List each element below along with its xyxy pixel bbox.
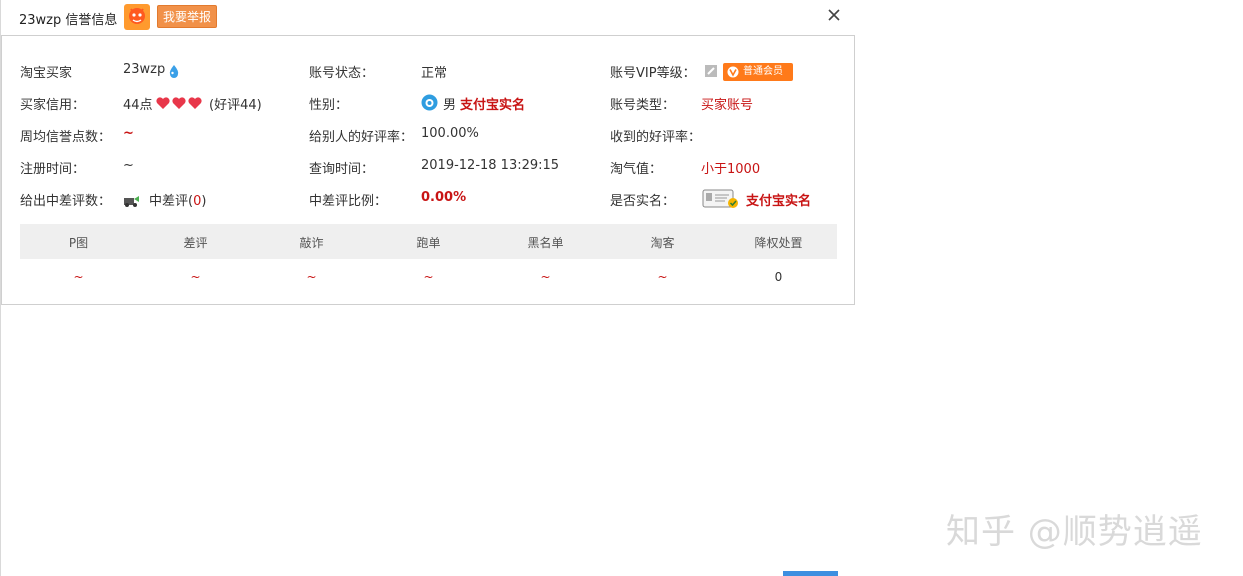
gender-verify: 支付宝实名 [460, 98, 526, 113]
td-p-image: ~ [73, 270, 84, 284]
account-status-label: 账号状态： [309, 66, 375, 81]
buyer-name: 23wzp [123, 62, 166, 77]
th-bad-review: 差评 [183, 236, 208, 250]
register-value: ~ [123, 158, 134, 173]
given-rate-value: 100.00% [421, 126, 479, 141]
id-card-icon [702, 189, 738, 208]
th-blacklist: 黑名单 [527, 236, 564, 250]
th-demotion: 降权处置 [754, 236, 803, 250]
query-time-value: 2019-12-18 13:29:15 [421, 158, 560, 173]
partial-blue-button[interactable] [783, 571, 838, 576]
negative-label: 给出中差评数： [20, 194, 112, 209]
neg-ratio-label: 中差评比例： [309, 194, 388, 209]
taoqi-label: 淘气值： [610, 162, 663, 177]
negative-prefix: 中差评( [149, 194, 194, 209]
vip-label: 账号VIP等级： [610, 66, 696, 81]
dialog-titlebar: 23wzp 信誉信息 我要举报 [0, 0, 856, 34]
given-rate-label: 给别人的好评率： [309, 130, 414, 145]
heart-credit-icons [156, 97, 202, 109]
weekly-value: ~ [123, 126, 134, 141]
td-extortion: ~ [306, 270, 317, 284]
td-blacklist: ~ [540, 270, 551, 284]
negative-count-text: 中差评(0) [149, 190, 206, 209]
gender-label: 性别： [309, 98, 349, 113]
negative-suffix: ) [201, 194, 207, 209]
vip-v-icon [727, 66, 739, 78]
th-extortion: 敲诈 [299, 236, 324, 250]
report-button[interactable]: 我要举报 [157, 5, 217, 28]
weekly-label: 周均信誉点数： [20, 130, 112, 145]
td-demotion: 0 [774, 270, 783, 284]
td-run-order: ~ [423, 270, 434, 284]
vip-badge: 普通会员 [723, 63, 793, 81]
account-type-value: 买家账号 [701, 98, 754, 113]
credit-points: 44点 [123, 98, 153, 113]
zhihu-watermark: 知乎 @顺势逍遥 [946, 512, 1203, 552]
close-icon[interactable] [826, 7, 842, 23]
vip-badge-label: 普通会员 [743, 66, 783, 77]
credit-label: 买家信用： [20, 98, 86, 113]
query-time-label: 查询时间： [309, 162, 375, 177]
male-avatar-icon [421, 94, 438, 111]
neg-ratio-value: 0.00% [421, 190, 467, 205]
td-taoke: ~ [657, 270, 668, 284]
vip-level-icon [705, 65, 717, 77]
realname-value: 支付宝实名 [746, 194, 812, 209]
risk-table-header: P图 差评 敲诈 跑单 黑名单 淘客 降权处置 [20, 224, 837, 259]
th-p-image: P图 [68, 236, 89, 250]
member-water-drop-icon [169, 65, 179, 78]
taobao-mascot-icon [124, 4, 150, 30]
negative-review-icon [124, 196, 139, 207]
account-type-label: 账号类型： [610, 98, 676, 113]
th-run-order: 跑单 [416, 236, 441, 250]
credit-good-count: (好评44) [209, 98, 262, 113]
received-rate-label: 收到的好评率： [610, 130, 702, 145]
register-label: 注册时间： [20, 162, 86, 177]
taoqi-value: 小于1000 [701, 162, 761, 177]
th-taoke: 淘客 [650, 236, 675, 250]
dialog-title: 23wzp 信誉信息 [19, 13, 118, 28]
account-status-value: 正常 [421, 66, 448, 81]
buyer-label: 淘宝买家 [20, 66, 73, 81]
gender-value: 男 [443, 98, 457, 113]
realname-label: 是否实名： [610, 194, 676, 209]
td-bad-review: ~ [190, 270, 201, 284]
